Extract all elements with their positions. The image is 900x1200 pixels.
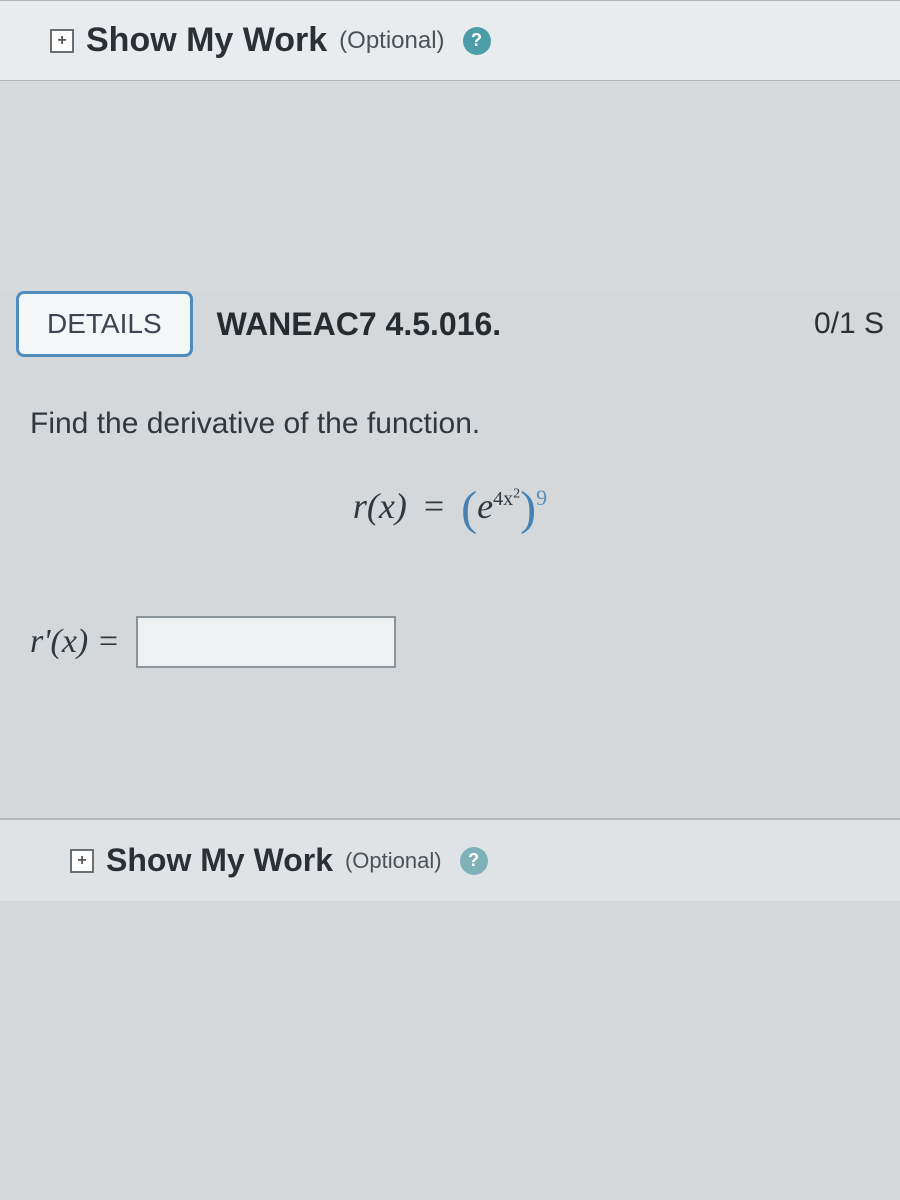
inner-exp-coef: 4x (493, 488, 513, 510)
outer-power: 9 (536, 485, 547, 510)
question-header: DETAILS WANEAC7 4.5.016. 0/1 S (0, 291, 900, 357)
show-work-title: Show My Work (86, 21, 327, 60)
prompt-text: Find the derivative of the function. (30, 407, 870, 441)
show-work-optional: (Optional) (339, 27, 444, 55)
right-paren: ) (520, 482, 536, 535)
equation-display: r(x) = (e4x2)9 (30, 481, 870, 536)
prompt-area: Find the derivative of the function. r(x… (0, 357, 900, 546)
show-my-work-top[interactable]: + Show My Work (Optional) ? (0, 0, 900, 81)
problem-code: WANEAC7 4.5.016. (217, 306, 502, 343)
details-button[interactable]: DETAILS (16, 291, 193, 357)
score-text: 0/1 S (814, 307, 884, 341)
answer-input[interactable] (136, 616, 396, 668)
equation-equals: = (424, 486, 444, 526)
help-icon[interactable]: ? (460, 847, 488, 875)
answer-row: r'(x) = (30, 616, 900, 668)
spacer (0, 81, 900, 291)
inner-exponent: 4x2 (493, 488, 520, 510)
equation-base: e (477, 486, 493, 526)
equation-lhs: r(x) (353, 486, 407, 526)
show-work-title: Show My Work (106, 842, 333, 879)
bottom-spacer (0, 668, 900, 818)
expand-icon[interactable]: + (70, 849, 94, 873)
answer-label: r'(x) = (30, 623, 120, 661)
help-icon[interactable]: ? (463, 27, 491, 55)
expand-icon[interactable]: + (50, 29, 74, 53)
left-paren: ( (461, 482, 477, 535)
show-work-optional: (Optional) (345, 848, 442, 874)
show-my-work-bottom[interactable]: + Show My Work (Optional) ? (0, 818, 900, 901)
